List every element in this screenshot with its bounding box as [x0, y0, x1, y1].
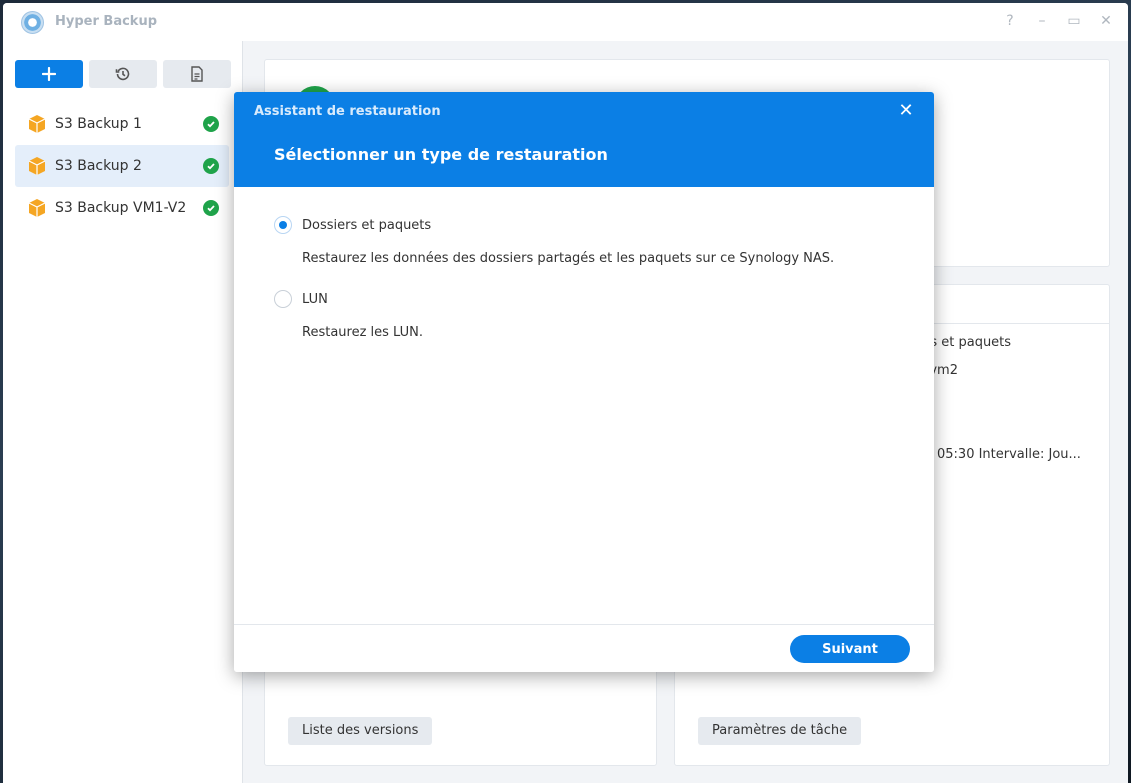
task-item-s3-backup-2[interactable]: S3 Backup 2	[15, 145, 229, 187]
maximize-icon[interactable]: ▭	[1066, 12, 1082, 30]
minimize-icon[interactable]: –	[1034, 12, 1050, 30]
dialog-body: Dossiers et paquets Restaurez les donnée…	[234, 187, 934, 624]
window-controls: ? – ▭ ✕	[1002, 12, 1114, 30]
next-button[interactable]: Suivant	[790, 635, 910, 663]
history-icon	[115, 67, 130, 81]
option-label: Dossiers et paquets	[302, 217, 432, 233]
task-settings-button[interactable]: Paramètres de tâche	[698, 717, 862, 745]
details-type-value: rs et paquets	[925, 335, 1012, 350]
help-icon[interactable]: ?	[1002, 12, 1018, 30]
radio-folders-packages[interactable]	[274, 216, 292, 234]
dialog-step-title: Sélectionner un type de restauration	[274, 145, 608, 164]
success-check-icon	[203, 116, 219, 132]
close-window-icon[interactable]: ✕	[1098, 12, 1114, 30]
document-icon	[191, 66, 203, 82]
package-icon	[28, 115, 46, 133]
option-description: Restaurez les LUN.	[302, 325, 424, 340]
details-schedule-value: 05:30 Intervalle: Jou...	[937, 447, 1081, 462]
task-label: S3 Backup 2	[55, 158, 142, 174]
plus-icon	[42, 67, 56, 81]
dialog-footer: Suivant	[234, 624, 934, 672]
hyper-backup-logo-icon	[21, 11, 44, 34]
task-item-s3-backup-1[interactable]: S3 Backup 1	[15, 103, 229, 145]
option-description: Restaurez les données des dossiers parta…	[302, 251, 835, 266]
title-bar: Hyper Backup ? – ▭ ✕	[3, 3, 1128, 41]
package-icon	[28, 199, 46, 217]
dialog-wizard-name: Assistant de restauration	[254, 104, 441, 119]
restore-button[interactable]	[89, 60, 157, 88]
restore-wizard-dialog: Assistant de restauration Sélectionner u…	[234, 92, 934, 672]
option-folders-packages[interactable]: Dossiers et paquets	[274, 216, 431, 234]
task-label: S3 Backup VM1-V2	[55, 200, 187, 216]
task-label: S3 Backup 1	[55, 116, 142, 132]
task-item-s3-backup-vm1-v2[interactable]: S3 Backup VM1-V2	[15, 187, 229, 229]
success-check-icon	[203, 158, 219, 174]
package-icon	[28, 157, 46, 175]
close-icon[interactable]: ✕	[898, 102, 914, 120]
success-check-icon	[203, 200, 219, 216]
app-title: Hyper Backup	[55, 14, 158, 29]
option-lun[interactable]: LUN	[274, 290, 328, 308]
dialog-header: Assistant de restauration Sélectionner u…	[234, 92, 934, 187]
versions-list-button[interactable]: Liste des versions	[288, 717, 433, 745]
log-button[interactable]	[163, 60, 231, 88]
option-label: LUN	[302, 291, 328, 307]
add-task-button[interactable]	[15, 60, 83, 88]
sidebar: S3 Backup 1 S3 Backup 2 S3 Backup VM1-V2	[3, 41, 243, 783]
sidebar-toolbar	[15, 60, 231, 88]
radio-lun[interactable]	[274, 290, 292, 308]
task-list: S3 Backup 1 S3 Backup 2 S3 Backup VM1-V2	[15, 103, 229, 229]
